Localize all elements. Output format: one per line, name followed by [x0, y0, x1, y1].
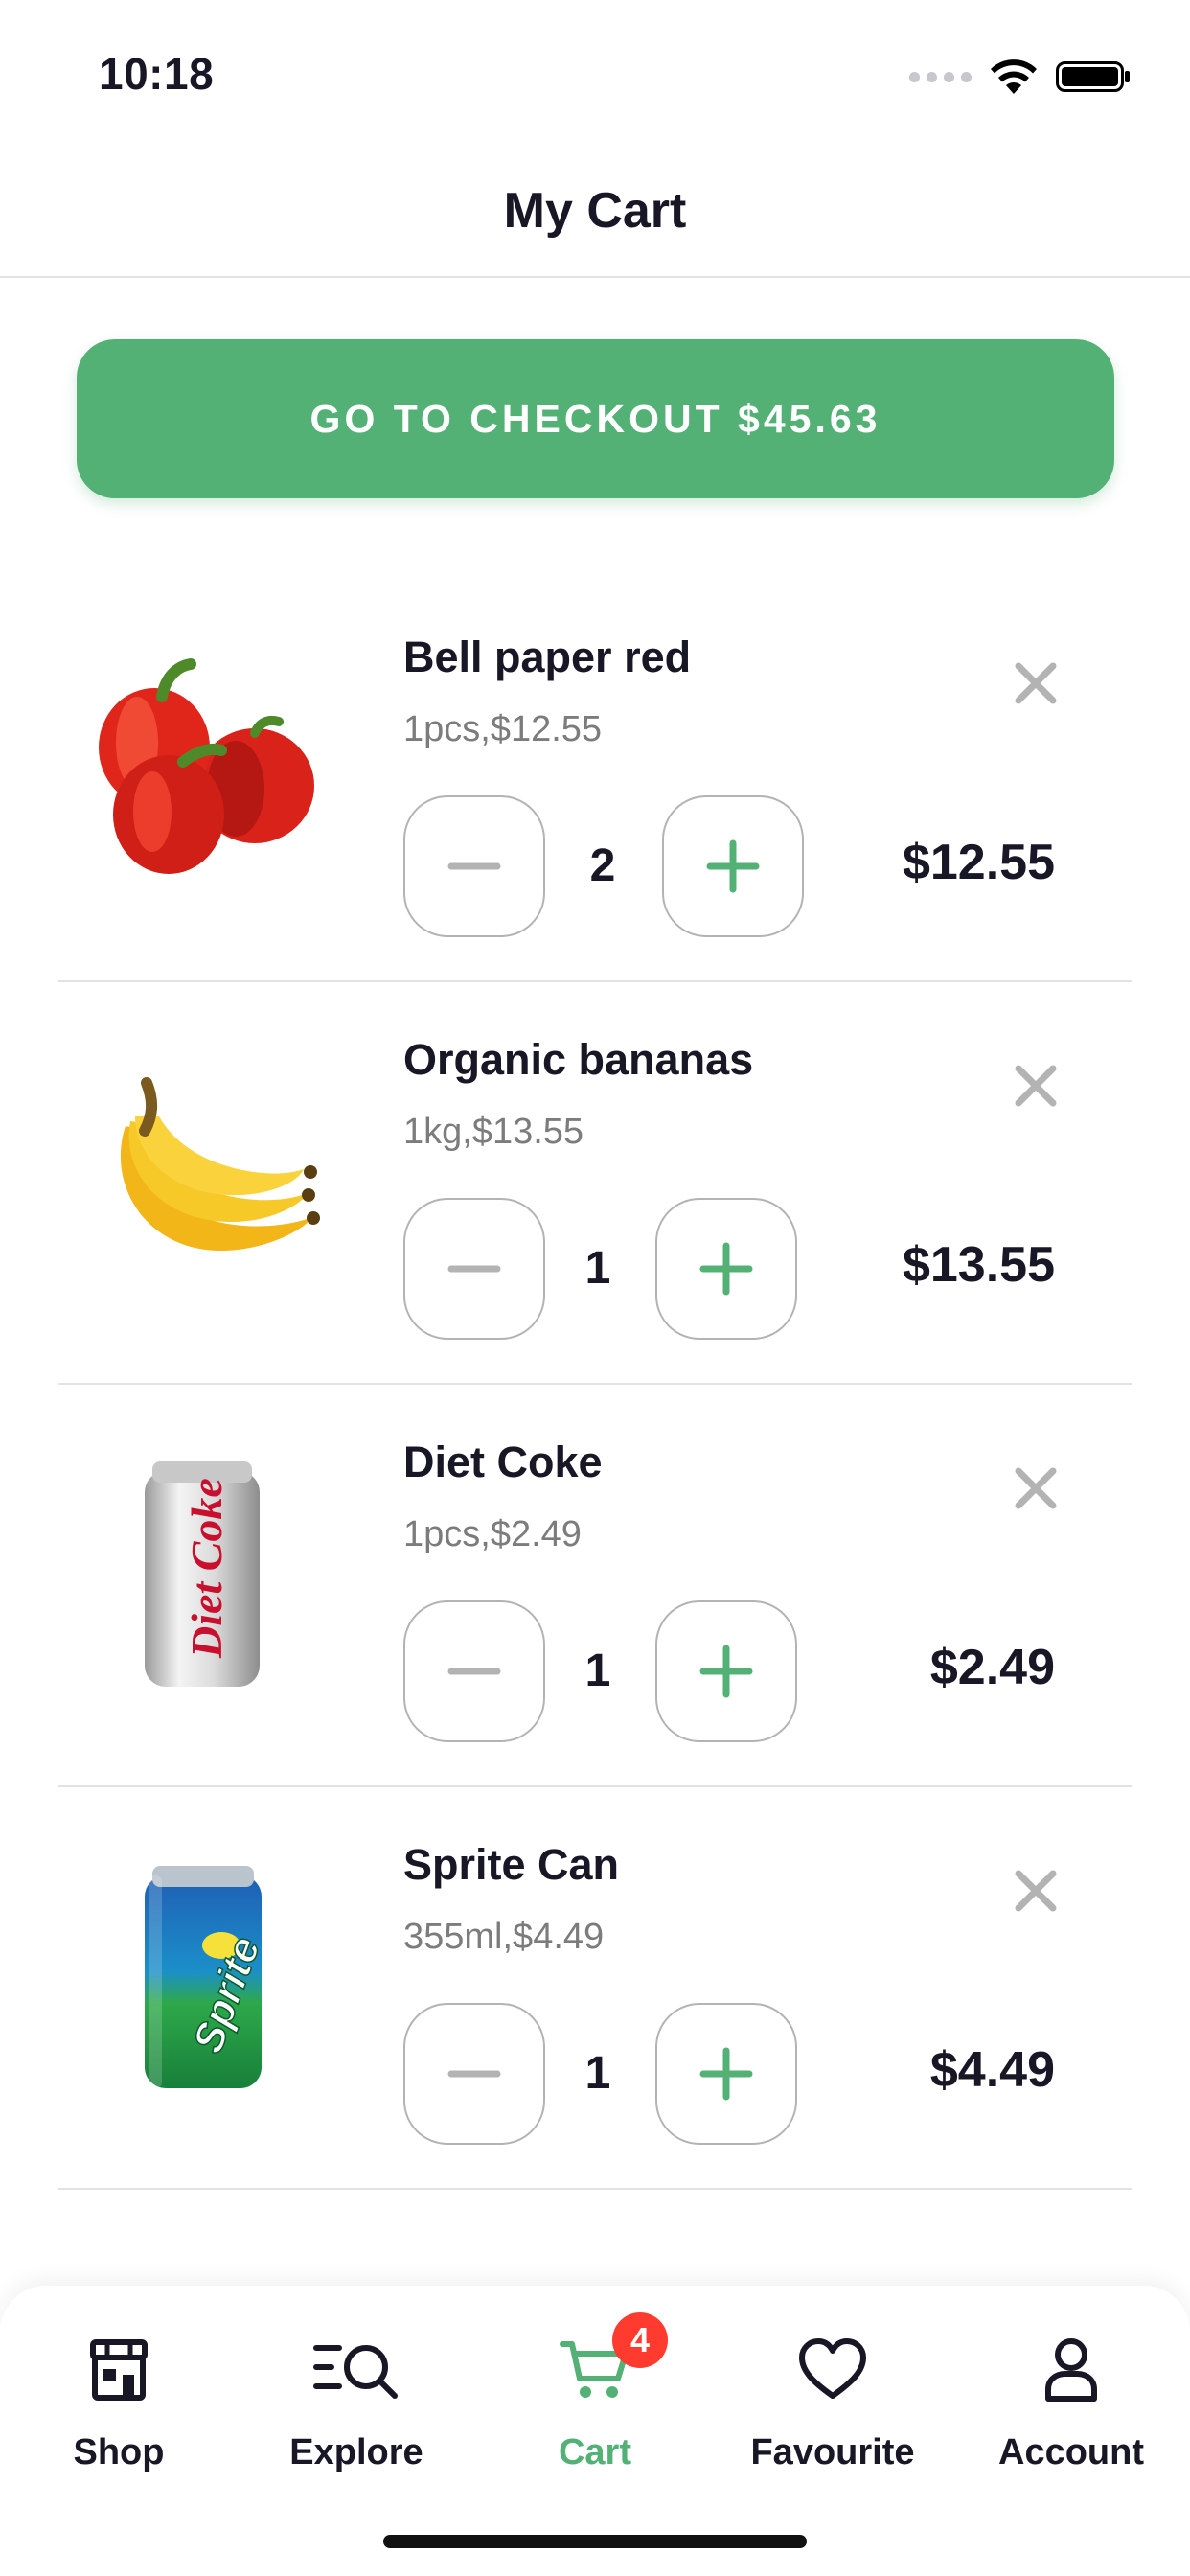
header: My Cart [0, 144, 1190, 278]
store-icon [90, 2339, 148, 2401]
item-price: $13.55 [902, 1237, 1055, 1293]
increase-quantity-button[interactable] [655, 1600, 797, 1742]
wifi-icon [991, 59, 1037, 94]
cart-screen: 10:18 My Cart GO TO CHECKOUT $45.63 Bell… [0, 0, 1190, 2576]
minus-icon [447, 2070, 501, 2078]
item-price: $12.55 [902, 835, 1055, 890]
decrease-quantity-button[interactable] [403, 795, 545, 937]
increase-quantity-button[interactable] [655, 1198, 797, 1340]
cart-item: Diet Coke Diet Coke 1pcs,$2.49 1 $2.49 [58, 1385, 1132, 1787]
user-icon [1045, 2338, 1097, 2402]
remove-item-button[interactable] [1007, 655, 1064, 712]
item-detail: 355ml,$4.49 [403, 1917, 605, 1957]
tab-label: Favourite [750, 2432, 915, 2472]
cart-badge: 4 [612, 2312, 668, 2368]
status-bar: 10:18 [0, 0, 1190, 144]
quantity-value: 1 [584, 2048, 611, 2099]
tab-shop[interactable]: Shop [0, 2332, 238, 2495]
cart-item: Sprite Sprite Can 355ml,$4.49 1 $4.49 [58, 1787, 1132, 2190]
checkout-button[interactable]: GO TO CHECKOUT $45.63 [77, 339, 1114, 498]
sprite-can-image: Sprite [78, 1854, 327, 2104]
tab-label: Account [998, 2432, 1144, 2472]
minus-icon [447, 862, 501, 870]
banana-bunch-image [78, 1049, 327, 1299]
cart-item: Bell paper red 1pcs,$12.55 2 $12.55 [58, 580, 1132, 982]
diet-coke-can-text: Diet Coke [182, 1478, 231, 1659]
quantity-value: 1 [584, 1243, 611, 1294]
increase-quantity-button[interactable] [655, 2003, 797, 2145]
minus-icon [447, 1265, 501, 1273]
minus-icon [447, 1668, 501, 1675]
quantity-value: 2 [589, 840, 616, 891]
tab-bar: Shop Explore 4 Cart Favourite Account [0, 2286, 1190, 2576]
explore-icon [313, 2345, 398, 2399]
remove-item-button[interactable] [1007, 1460, 1064, 1517]
item-name: Diet Coke [403, 1438, 603, 1486]
cart-item: Organic bananas 1kg,$13.55 1 $13.55 [58, 982, 1132, 1385]
status-icons [909, 56, 1133, 98]
checkout-label: GO TO CHECKOUT [309, 396, 723, 441]
cellular-signal-icon [909, 71, 972, 82]
item-name: Sprite Can [403, 1840, 620, 1889]
decrease-quantity-button[interactable] [403, 1198, 545, 1340]
tab-explore[interactable]: Explore [238, 2332, 475, 2495]
decrease-quantity-button[interactable] [403, 2003, 545, 2145]
tab-label: Shop [73, 2432, 165, 2472]
tab-label: Cart [558, 2432, 632, 2472]
item-price: $2.49 [929, 1640, 1055, 1695]
diet-coke-can-image: Diet Coke [78, 1452, 327, 1701]
item-detail: 1pcs,$12.55 [403, 709, 603, 749]
heart-icon [799, 2338, 866, 2399]
tab-cart[interactable]: 4 Cart [476, 2312, 714, 2495]
tab-favourite[interactable]: Favourite [714, 2332, 951, 2495]
remove-item-button[interactable] [1007, 1862, 1064, 1920]
plus-icon [699, 2047, 753, 2101]
increase-quantity-button[interactable] [662, 795, 804, 937]
plus-icon [699, 1644, 753, 1698]
tab-account[interactable]: Account [952, 2332, 1190, 2495]
item-detail: 1pcs,$2.49 [403, 1514, 582, 1554]
red-bell-peppers-image [78, 647, 327, 896]
decrease-quantity-button[interactable] [403, 1600, 545, 1742]
cart-list: Bell paper red 1pcs,$12.55 2 $12.55 Orga… [58, 580, 1132, 2190]
plus-icon [699, 1242, 753, 1296]
plus-icon [706, 840, 760, 893]
item-name: Organic bananas [403, 1035, 754, 1084]
status-time: 10:18 [99, 49, 215, 99]
item-detail: 1kg,$13.55 [403, 1112, 584, 1152]
home-indicator [383, 2535, 807, 2548]
checkout-total: $45.63 [738, 396, 881, 441]
remove-item-button[interactable] [1007, 1057, 1064, 1115]
page-title: My Cart [503, 183, 687, 239]
tab-label: Explore [289, 2432, 423, 2472]
battery-icon [1056, 61, 1130, 92]
item-price: $4.49 [929, 2042, 1055, 2098]
quantity-value: 1 [584, 1645, 611, 1696]
item-name: Bell paper red [403, 632, 692, 681]
